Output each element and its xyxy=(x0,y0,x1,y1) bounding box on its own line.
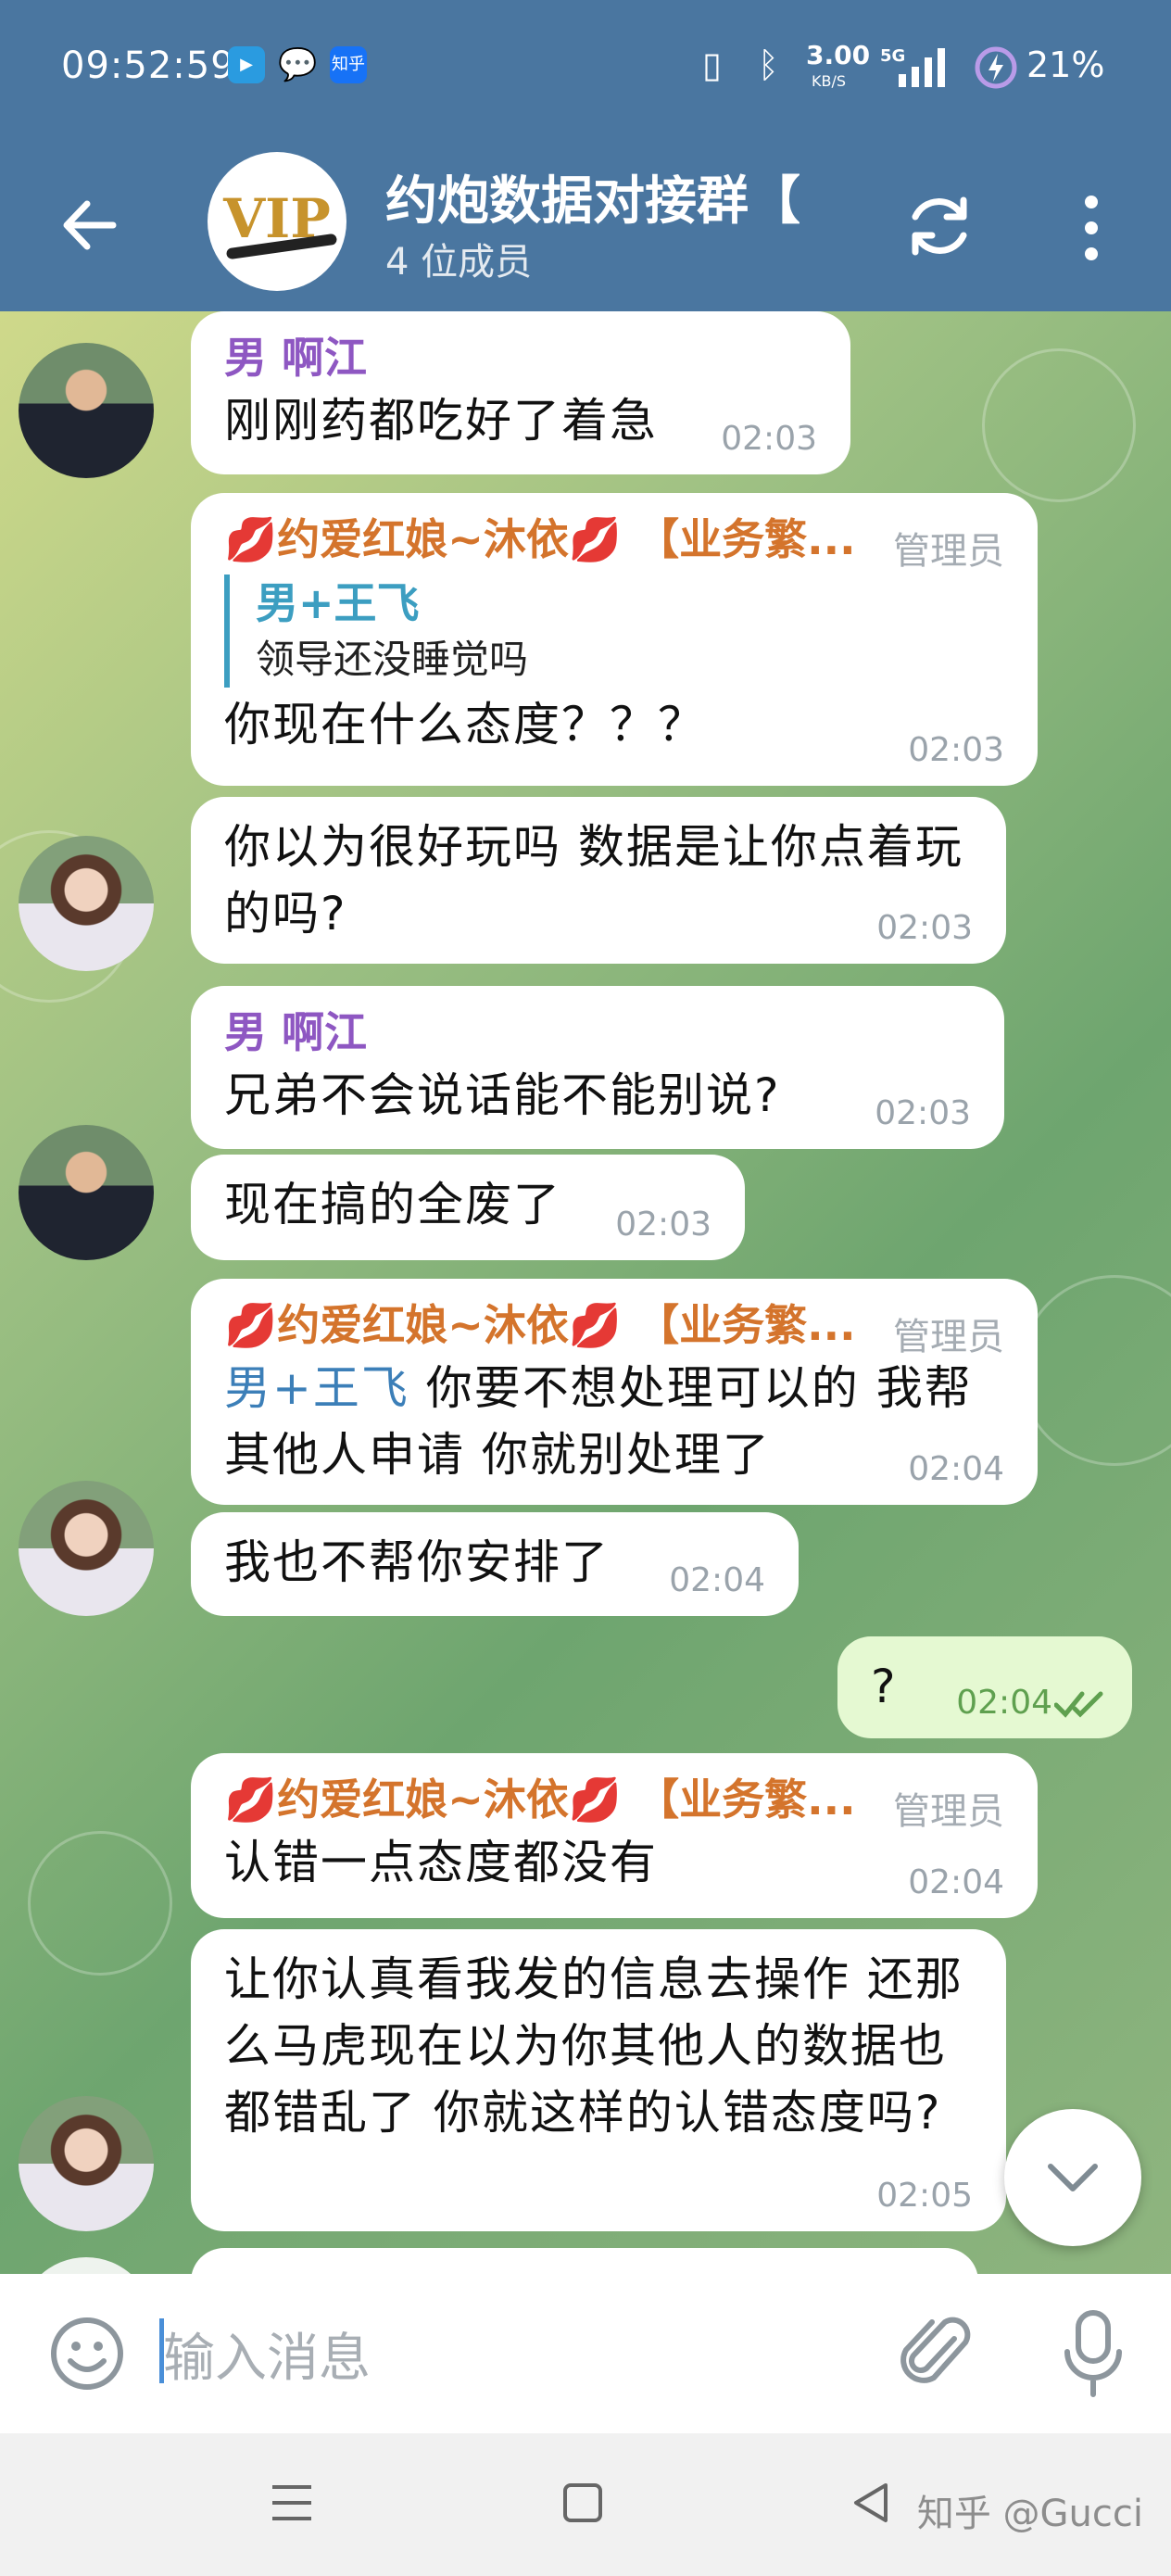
message-text: 让你认真看我发的信息去操作 还那么马虎现在以为你其他人的数据也都错乱了 你就这样… xyxy=(224,1952,963,2140)
video-app-icon: ▶ xyxy=(228,46,265,83)
emoji-icon[interactable] xyxy=(48,2315,126,2393)
outgoing-message-bubble[interactable]: ? 02:04 xyxy=(837,1636,1132,1738)
attach-icon[interactable] xyxy=(900,2311,975,2394)
message-bubble[interactable]: 男 啊江 兄弟不会说话能不能别说? 02:03 xyxy=(191,986,1004,1149)
sender-avatar[interactable] xyxy=(19,343,154,478)
message-time: 02:04 xyxy=(908,1450,1004,1488)
message-text: 兄弟不会说话能不能别说? xyxy=(224,1068,781,1122)
sender-avatar[interactable] xyxy=(19,2257,154,2274)
bluetooth-icon: ᛒ xyxy=(758,44,779,85)
message-time: 02:05 xyxy=(876,2177,973,2215)
status-time: 09:52:59 xyxy=(61,44,235,87)
more-options-icon[interactable] xyxy=(1075,191,1108,265)
message-text: 你以为很好玩吗 数据是让你点着玩的吗? xyxy=(224,820,963,941)
scroll-to-bottom-button[interactable] xyxy=(1004,2109,1141,2246)
lips-icon: 💋 xyxy=(568,514,623,564)
message-bubble[interactable]: 男 啊江 刚刚药都吃好了着急 02:03 xyxy=(191,311,850,474)
sender-name[interactable]: 男 啊江 xyxy=(224,1003,971,1062)
message-list[interactable]: 男 啊江 刚刚药都吃好了着急 02:03 💋约爱红娘~沐依💋 【业务繁... 管… xyxy=(0,311,1171,2274)
lips-icon: 💋 xyxy=(224,1300,278,1350)
battery-icon xyxy=(975,46,1017,89)
microphone-icon[interactable] xyxy=(1056,2307,1130,2400)
sender-avatar[interactable] xyxy=(19,1125,154,1260)
message-text: 你现在什么态度？？？ xyxy=(224,698,706,751)
message-input[interactable]: 输入消息 xyxy=(163,2317,371,2392)
sender-name[interactable]: 💋约爱红娘~沐依💋 【业务繁... xyxy=(224,1295,1004,1355)
read-checkmarks-icon xyxy=(1054,1691,1103,1718)
message-bubble[interactable]: 💋约爱红娘~沐依💋 【业务繁... 管理员 男+王飞 领导还没睡觉吗 你现在什么… xyxy=(191,493,1038,786)
sender-name[interactable]: 💋约爱红娘~沐依💋 【业务繁... xyxy=(224,1770,1004,1829)
system-navigation-bar: 知乎 @Gucci xyxy=(0,2433,1171,2576)
message-time: 02:03 xyxy=(908,731,1004,769)
vibrate-icon: ▯ xyxy=(702,44,722,85)
message-bubble[interactable]: 💋约爱红娘~沐依💋 【业务繁... 管理员 男+王飞 你要不想处理可以的 我帮其… xyxy=(191,1279,1038,1505)
message-time: 02:03 xyxy=(615,1206,711,1244)
sender-avatar[interactable] xyxy=(19,1481,154,1616)
message-bubble-partial[interactable] xyxy=(191,2248,978,2274)
watermark: 知乎 @Gucci xyxy=(916,2493,1143,2535)
message-time: 02:03 xyxy=(875,1094,971,1132)
refresh-icon[interactable] xyxy=(902,189,976,263)
quote-author: 男+王飞 xyxy=(256,578,420,628)
message-bubble[interactable]: 现在搞的全废了 02:03 xyxy=(191,1155,745,1260)
signal-icon xyxy=(899,48,945,87)
admin-badge: 管理员 xyxy=(893,1790,1004,1833)
sender-avatar[interactable] xyxy=(19,2096,154,2231)
sender-name[interactable]: 💋约爱红娘~沐依💋 【业务繁... xyxy=(224,510,1004,569)
network-unit: KB/S xyxy=(812,72,847,90)
quote-text: 领导还没睡觉吗 xyxy=(256,637,529,682)
message-time: 02:04 xyxy=(908,1863,1004,1901)
group-avatar[interactable]: VIP xyxy=(208,152,346,291)
sender-name[interactable]: 男 啊江 xyxy=(224,328,817,387)
message-time: 02:04 xyxy=(956,1684,1052,1722)
back-triangle-icon[interactable] xyxy=(849,2480,895,2526)
message-bubble[interactable]: 你以为很好玩吗 数据是让你点着玩的吗? 02:03 xyxy=(191,797,1006,964)
sender-avatar[interactable] xyxy=(19,836,154,971)
status-bar: 09:52:59 ▶ 💬 知乎 ▯ ᛒ 3.00 KB/S 5G 21% xyxy=(0,0,1171,139)
admin-badge: 管理员 xyxy=(893,1316,1004,1358)
message-text: 男+王飞 你要不想处理可以的 我帮其他人申请 你就别处理了 xyxy=(224,1361,973,1482)
message-time: 02:03 xyxy=(876,909,973,947)
lips-icon: 💋 xyxy=(568,1774,623,1825)
chat-header: VIP 约炮数据对接群【 4 位成员 xyxy=(0,139,1171,311)
message-composer: 输入消息 xyxy=(0,2274,1171,2433)
lips-icon: 💋 xyxy=(224,514,278,564)
message-time: 02:03 xyxy=(721,420,817,458)
admin-badge: 管理员 xyxy=(893,530,1004,573)
battery-percent: 21% xyxy=(1026,44,1105,85)
menu-icon[interactable] xyxy=(269,2480,315,2526)
reply-quote[interactable]: 男+王飞 领导还没睡觉吗 xyxy=(224,575,1004,688)
lips-icon: 💋 xyxy=(224,1774,278,1825)
message-bubble[interactable]: 让你认真看我发的信息去操作 还那么马虎现在以为你其他人的数据也都错乱了 你就这样… xyxy=(191,1929,1006,2231)
wechat-icon: 💬 xyxy=(278,46,318,83)
message-time: 02:04 xyxy=(669,1561,765,1599)
zhihu-icon: 知乎 xyxy=(330,46,367,83)
lips-icon: 💋 xyxy=(568,1300,623,1350)
member-count: 4 位成员 xyxy=(385,241,533,284)
message-text: 认错一点态度都没有 xyxy=(224,1836,658,1889)
home-square-icon[interactable] xyxy=(560,2480,606,2526)
chat-title[interactable]: 约炮数据对接群【 xyxy=(385,159,867,234)
user-mention[interactable]: 男+王飞 xyxy=(224,1361,409,1415)
message-bubble[interactable]: 我也不帮你安排了 02:04 xyxy=(191,1512,799,1616)
chevron-down-icon xyxy=(1048,2164,1098,2191)
message-bubble[interactable]: 💋约爱红娘~沐依💋 【业务繁... 管理员 认错一点态度都没有 02:04 xyxy=(191,1753,1038,1918)
network-speed: 3.00 xyxy=(806,40,871,70)
back-arrow-icon[interactable] xyxy=(57,195,119,256)
